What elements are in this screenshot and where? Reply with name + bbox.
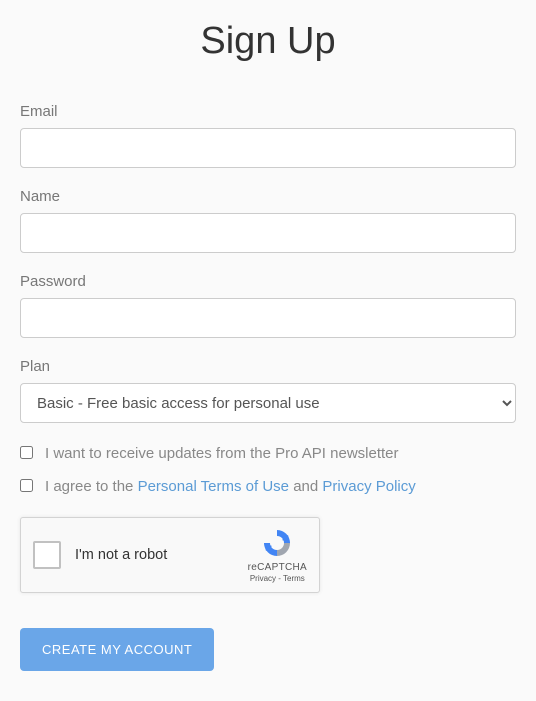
create-account-button[interactable]: CREATE MY ACCOUNT <box>20 628 214 671</box>
terms-label: I agree to the Personal Terms of Use and… <box>45 476 416 497</box>
recaptcha-logo-icon <box>261 527 293 559</box>
email-field[interactable] <box>20 128 516 168</box>
recaptcha-widget: I'm not a robot reCAPTCHA Privacy - Term… <box>20 517 320 593</box>
plan-select[interactable]: Basic - Free basic access for personal u… <box>20 383 516 423</box>
name-label: Name <box>20 188 516 205</box>
recaptcha-branding: reCAPTCHA Privacy - Terms <box>248 527 307 583</box>
terms-checkbox-group: I agree to the Personal Terms of Use and… <box>20 476 516 497</box>
page-title: Sign Up <box>20 20 516 63</box>
email-group: Email <box>20 103 516 168</box>
recaptcha-brand: reCAPTCHA <box>248 562 307 573</box>
plan-group: Plan Basic - Free basic access for perso… <box>20 358 516 423</box>
checkbox-section: I want to receive updates from the Pro A… <box>20 443 516 497</box>
recaptcha-checkbox[interactable] <box>33 541 61 569</box>
newsletter-checkbox[interactable] <box>20 446 33 459</box>
newsletter-checkbox-group: I want to receive updates from the Pro A… <box>20 443 516 464</box>
password-label: Password <box>20 273 516 290</box>
email-label: Email <box>20 103 516 120</box>
terms-of-use-link[interactable]: Personal Terms of Use <box>138 478 289 495</box>
terms-prefix: I agree to the <box>45 478 138 495</box>
recaptcha-links: Privacy - Terms <box>250 574 305 583</box>
terms-middle: and <box>289 478 322 495</box>
privacy-policy-link[interactable]: Privacy Policy <box>322 478 415 495</box>
terms-checkbox[interactable] <box>20 479 33 492</box>
name-group: Name <box>20 188 516 253</box>
plan-label: Plan <box>20 358 516 375</box>
name-field[interactable] <box>20 213 516 253</box>
password-group: Password <box>20 273 516 338</box>
newsletter-label: I want to receive updates from the Pro A… <box>45 443 399 464</box>
password-field[interactable] <box>20 298 516 338</box>
recaptcha-text: I'm not a robot <box>75 547 248 563</box>
